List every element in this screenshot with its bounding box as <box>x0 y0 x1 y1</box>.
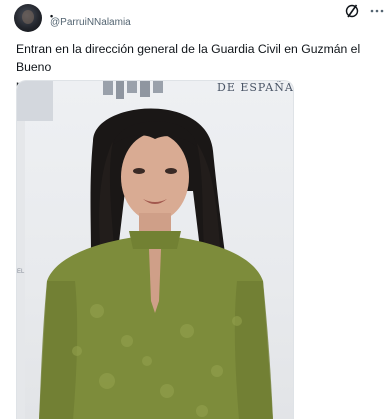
tweet-image[interactable]: DE ESPAÑA EL <box>16 80 294 419</box>
blank-area <box>294 80 391 419</box>
tweet: • @ParruiNNalamia Entran en la dirección… <box>0 0 391 419</box>
avatar[interactable] <box>14 4 42 32</box>
background-caption: DE ESPAÑA <box>217 81 294 94</box>
more-icon[interactable] <box>369 3 385 19</box>
grok-icon[interactable] <box>344 3 360 19</box>
background-side-letters: EL <box>17 269 25 275</box>
photo-illustration <box>17 81 273 419</box>
user-handle[interactable]: @ParruiNNalamia <box>50 17 131 29</box>
display-name-row: • <box>50 6 53 21</box>
